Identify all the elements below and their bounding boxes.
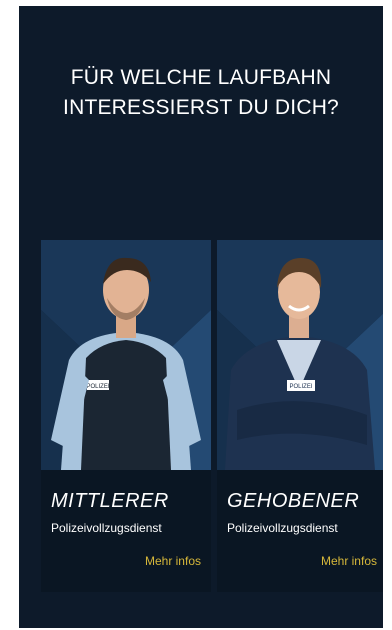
career-card-mittlerer[interactable]: POLIZEI MITTLERER Polizeivollzugsdienst … xyxy=(41,240,211,592)
card-subtitle: Polizeivollzugsdienst xyxy=(51,521,162,535)
police-officer-female-image: POLIZEI xyxy=(217,240,383,470)
career-card-gehobener[interactable]: POLIZEI GEHOBENER Polizeivollzugsdienst … xyxy=(217,240,383,592)
career-selection-screen: FÜR WELCHE LAUFBAHN INTERESSIERST DU DIC… xyxy=(19,6,383,628)
more-info-link[interactable]: Mehr infos xyxy=(321,554,377,568)
heading-line-1: FÜR WELCHE LAUFBAHN xyxy=(70,66,332,89)
card-title: GEHOBENER xyxy=(227,490,360,512)
heading-line-2: INTERESSIERST DU DICH? xyxy=(63,96,339,119)
police-officer-male-image: POLIZEI xyxy=(41,240,211,470)
more-info-link[interactable]: Mehr infos xyxy=(145,554,201,568)
card-title: MITTLERER xyxy=(51,490,169,512)
card-subtitle: Polizeivollzugsdienst xyxy=(227,521,338,535)
page-heading: FÜR WELCHE LAUFBAHN INTERESSIERST DU DIC… xyxy=(19,63,383,123)
jacket-badge-text: POLIZEI xyxy=(289,384,312,390)
vest-badge-text: POLIZEI xyxy=(86,384,109,390)
